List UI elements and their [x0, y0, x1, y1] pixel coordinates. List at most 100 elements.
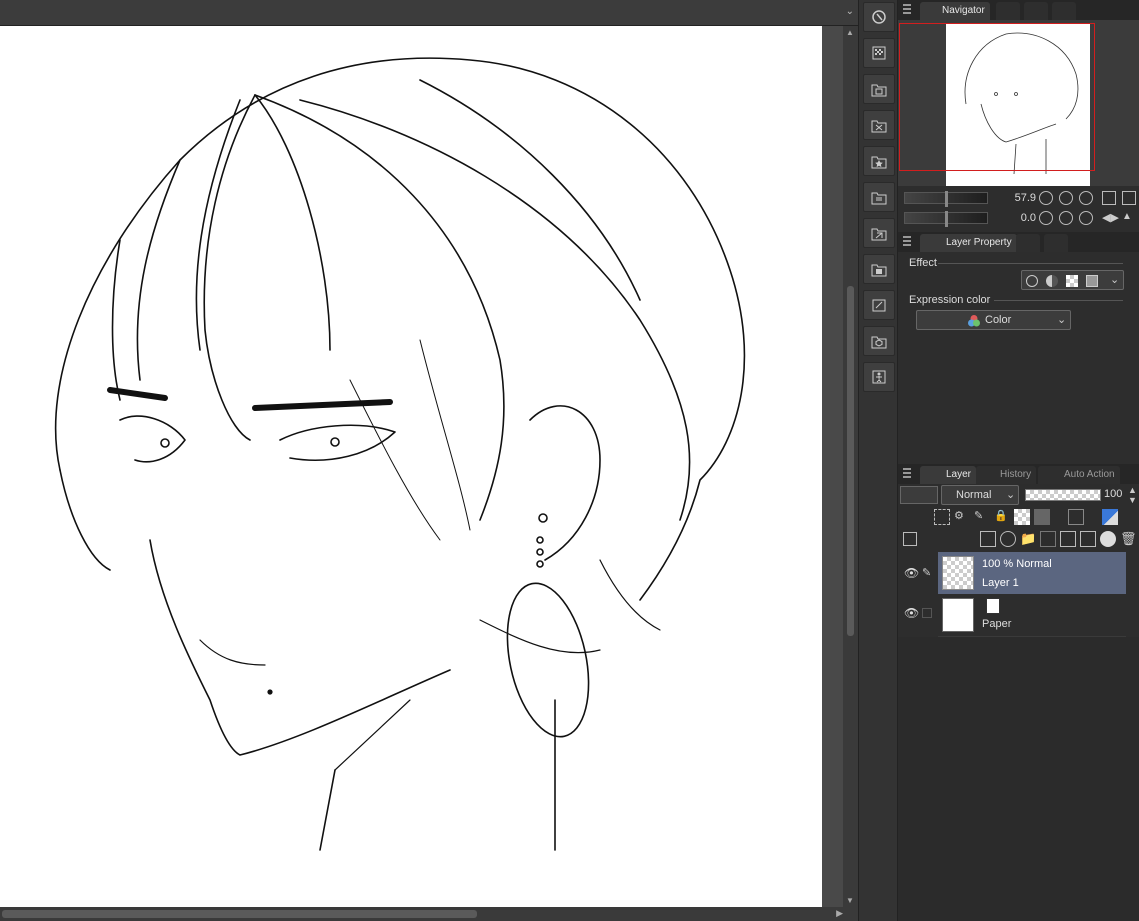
zoom-in-icon[interactable]: [1059, 191, 1073, 205]
combine-with-layer-below-icon[interactable]: [1060, 531, 1076, 547]
tab-layer-property[interactable]: Layer Property: [920, 234, 1017, 252]
transform-dock-icon[interactable]: [863, 218, 895, 248]
lock-transparent-pixels-icon[interactable]: [1014, 509, 1030, 525]
layer-color-swatch-icon[interactable]: [1102, 509, 1118, 525]
pose-dock-icon[interactable]: [863, 362, 895, 392]
layer-1-body[interactable]: 100 % Normal Layer 1: [938, 552, 1126, 594]
scroll-up-arrow[interactable]: ▲: [846, 28, 854, 37]
navigator-preview[interactable]: [898, 20, 1139, 186]
layer-row-paper[interactable]: 👁 Paper: [898, 594, 1126, 636]
transfer-to-lower-layer-icon[interactable]: [1040, 531, 1056, 547]
image-dock-icon[interactable]: [863, 254, 895, 284]
opacity-value[interactable]: 100: [1104, 488, 1122, 500]
tone-icon[interactable]: [1066, 275, 1078, 287]
layer-row-layer-1[interactable]: 👁 ✎ 100 % Normal Layer 1: [898, 552, 1126, 594]
lock-icon[interactable]: 🔒: [994, 509, 1010, 525]
expression-color-value: Color: [985, 314, 1012, 326]
edit-dock-icon[interactable]: [863, 290, 895, 320]
paper-layer-body[interactable]: Paper: [938, 594, 1126, 636]
tab-navigator[interactable]: Navigator: [920, 2, 990, 20]
rotate-left-icon[interactable]: [1039, 211, 1053, 225]
flip-horizontal-icon[interactable]: ◀▶: [1102, 211, 1119, 225]
chevron-down-icon: ⌄: [1057, 314, 1067, 326]
reset-rotation-icon[interactable]: [1079, 211, 1093, 225]
scroll-right-arrow[interactable]: ▶: [836, 908, 843, 919]
delete-dock-icon[interactable]: [863, 110, 895, 140]
scroll-down-arrow[interactable]: ▼: [846, 896, 854, 905]
effect-selector[interactable]: ⌄: [1021, 270, 1124, 290]
chevron-down-icon[interactable]: ⌄: [846, 6, 854, 17]
new-raster-layer-icon[interactable]: [980, 531, 996, 547]
clip-to-layer-below-icon[interactable]: [934, 509, 950, 525]
drawing-canvas[interactable]: [0, 26, 822, 907]
navigator-dock-icon[interactable]: [863, 2, 895, 32]
layer-list-toggle-icon[interactable]: [903, 532, 917, 546]
tab-layer[interactable]: Layer: [920, 466, 977, 484]
vertical-scroll-thumb[interactable]: [847, 286, 854, 636]
vertical-scrollbar[interactable]: ▲ ▼: [843, 26, 858, 907]
chevron-down-icon: ⌄: [1006, 489, 1016, 501]
navigator-view-frame[interactable]: [899, 23, 1095, 171]
ruler-icon[interactable]: [1068, 509, 1084, 525]
eye-visibility-icon[interactable]: 👁: [904, 566, 919, 580]
trash-icon[interactable]: 🗑: [1120, 531, 1137, 547]
layout-dock-icon[interactable]: [863, 182, 895, 212]
tab-info-icon[interactable]: [1052, 2, 1076, 20]
tab-item-bank-icon[interactable]: [1024, 2, 1048, 20]
rotation-slider[interactable]: [904, 211, 988, 227]
draft-layer-icon[interactable]: ✎: [974, 509, 990, 525]
fit-to-window-icon[interactable]: [1102, 191, 1116, 205]
expression-color-select[interactable]: Color ⌄: [916, 310, 1071, 330]
duplicate-layer-icon[interactable]: [1080, 531, 1096, 547]
line-art-illustration: [54, 57, 746, 851]
edit-target-checkbox[interactable]: [922, 608, 932, 618]
opacity-slider[interactable]: [1025, 489, 1101, 501]
reference-layer-icon[interactable]: ⚙: [954, 509, 970, 525]
right-panel-column: Navigator 57.9 0.0 ◀▶ ▲ Layer Property E…: [898, 0, 1139, 921]
zoom-out-icon[interactable]: [1039, 191, 1053, 205]
blend-mode-select[interactable]: Normal ⌄: [941, 485, 1019, 505]
blend-mode-value: Normal: [956, 489, 992, 501]
zoom-value: 57.9: [1014, 192, 1036, 204]
layer-name: Paper: [982, 618, 1012, 630]
tab-layer-color-icon[interactable]: [1044, 234, 1068, 252]
new-vector-layer-icon[interactable]: [1000, 531, 1016, 547]
panel-menu-icon[interactable]: [903, 468, 911, 478]
tab-auto-action[interactable]: Auto Action: [1038, 466, 1120, 484]
flip-vertical-icon[interactable]: ▲: [1122, 211, 1136, 225]
rotate-right-icon[interactable]: [1059, 211, 1073, 225]
border-effect-icon[interactable]: [1026, 275, 1038, 287]
color-circles-icon: [967, 314, 981, 328]
opacity-stepper[interactable]: ▲ ▼: [1128, 485, 1137, 505]
canvas-title-bar: ⌄: [0, 0, 858, 26]
create-mask-icon[interactable]: [1100, 531, 1116, 547]
layer-color-icon[interactable]: [1086, 275, 1098, 287]
zoom-slider[interactable]: [904, 191, 988, 207]
actual-size-icon[interactable]: [1079, 191, 1093, 205]
tab-layer-search-icon[interactable]: [1016, 234, 1040, 252]
favorite-dock-icon[interactable]: [863, 146, 895, 176]
tab-history[interactable]: History: [976, 466, 1037, 484]
layer-mode-text: 100 % Normal: [982, 558, 1052, 570]
horizontal-scrollbar[interactable]: ▶: [0, 907, 858, 921]
expression-color-label: Expression color: [909, 294, 991, 306]
enable-mask-icon[interactable]: [1034, 509, 1050, 525]
pen-edit-icon[interactable]: ✎: [922, 566, 931, 579]
horizontal-scroll-thumb[interactable]: [2, 910, 477, 918]
material-dock-icon[interactable]: [863, 74, 895, 104]
fit-navigator-icon[interactable]: [1122, 191, 1136, 205]
rotation-row: 0.0 ◀▶ ▲: [898, 209, 1139, 227]
3d-dock-icon[interactable]: [863, 326, 895, 356]
layer-type-dropdown[interactable]: [900, 486, 938, 504]
texture-dock-icon[interactable]: [863, 38, 895, 68]
chevron-down-icon[interactable]: ⌄: [1110, 271, 1119, 289]
new-folder-icon[interactable]: 📁: [1020, 531, 1036, 547]
layer-actions-toolbar: 📁 🗑: [980, 531, 1138, 547]
panel-menu-icon[interactable]: [903, 236, 911, 246]
layer-list-empty-area: [898, 637, 1139, 921]
panel-menu-icon[interactable]: [903, 4, 911, 14]
extract-line-icon[interactable]: [1046, 275, 1058, 287]
eye-visibility-icon[interactable]: 👁: [904, 606, 919, 620]
paper-layer-icon: [986, 598, 1000, 614]
tab-sub-view-icon[interactable]: [996, 2, 1020, 20]
